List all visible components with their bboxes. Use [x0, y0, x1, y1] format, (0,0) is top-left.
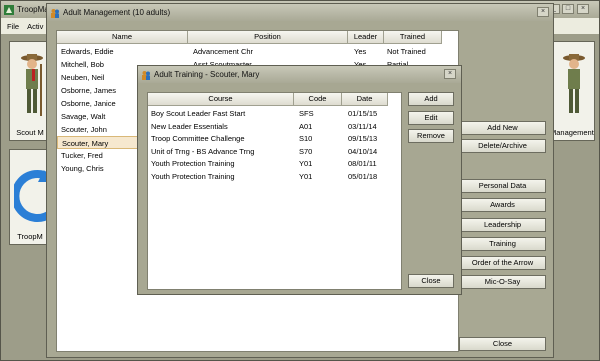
- adult-management-title-bar: Adult Management (10 adults): [47, 4, 553, 21]
- adult-cell-leader: Yes: [354, 47, 367, 56]
- tile-management[interactable]: Management: [549, 41, 595, 141]
- adult-cell-position: Advancement Chr: [193, 47, 254, 56]
- main-window-title: TroopMa: [17, 5, 49, 14]
- column-header-trained[interactable]: Trained: [384, 31, 442, 44]
- training-remove-button[interactable]: Remove: [408, 129, 454, 143]
- order-of-the-arrow-button[interactable]: Order of the Arrow: [459, 256, 546, 270]
- training-row[interactable]: Youth Protection Training Y01 05/01/18: [148, 171, 401, 183]
- training-cell-course: New Leader Essentials: [151, 121, 228, 131]
- column-header-position[interactable]: Position: [188, 31, 348, 44]
- column-header-code[interactable]: Code: [294, 93, 342, 106]
- adult-cell-trained: Not Trained: [387, 47, 426, 56]
- training-cell-code: Y01: [299, 159, 313, 168]
- adult-cell-name: Neuben, Neil: [61, 73, 105, 82]
- training-edit-button[interactable]: Edit: [408, 111, 454, 125]
- troopmaster-app-icon: [4, 4, 14, 15]
- personal-data-button[interactable]: Personal Data: [459, 179, 546, 193]
- training-cell-date: 01/15/15: [348, 109, 378, 118]
- adult-cell-name: Osborne, Janice: [61, 99, 116, 108]
- training-cell-code: SFS: [299, 109, 314, 118]
- column-header-name[interactable]: Name: [57, 31, 188, 44]
- training-cell-code: Y01: [299, 171, 313, 181]
- training-row[interactable]: Unit of Trng - BS Advance Trng S70 04/10/1…: [148, 146, 401, 158]
- training-cell-code: S70: [299, 146, 313, 156]
- training-cell-course: Youth Protection Training: [151, 159, 235, 168]
- add-new-button[interactable]: Add New: [459, 121, 546, 135]
- adult-cell-name: Scouter, John: [61, 125, 107, 134]
- training-grid: Course Code Date Boy Scout Leader Fast S…: [147, 92, 402, 290]
- adult-training-window: Adult Training - Scouter, Mary × Course …: [137, 65, 462, 295]
- training-cell-course: Boy Scout Leader Fast Start: [151, 109, 246, 118]
- column-header-date[interactable]: Date: [342, 93, 388, 106]
- scout-leader-figure-icon: [563, 54, 585, 113]
- tile-troopmaster-label: TroopM: [17, 232, 43, 241]
- menu-activities[interactable]: Activ: [27, 22, 43, 31]
- column-header-leader[interactable]: Leader: [348, 31, 384, 44]
- training-cell-date: 08/01/11: [348, 159, 377, 168]
- training-cell-code: A01: [299, 121, 313, 131]
- training-close-text-button[interactable]: Close: [408, 274, 454, 288]
- training-cell-date: 05/01/18: [348, 171, 378, 181]
- training-cell-date: 09/15/13: [348, 134, 378, 143]
- adult-cell-name: Young, Chris: [61, 164, 104, 173]
- tile-scout-management[interactable]: Scout M: [9, 41, 51, 141]
- adult-training-close-button[interactable]: ×: [444, 69, 456, 79]
- adult-cell-name: Edwards, Eddie: [61, 47, 114, 56]
- training-row[interactable]: Youth Protection Training Y01 08/01/11: [148, 158, 401, 170]
- awards-button[interactable]: Awards: [459, 198, 546, 212]
- menu-file[interactable]: File: [7, 22, 19, 31]
- main-close-button[interactable]: ×: [577, 4, 589, 14]
- adult-training-icon: [142, 70, 150, 80]
- adult-cell-name: Tucker, Fred: [61, 151, 103, 160]
- adult-management-close-text-button[interactable]: Close: [459, 337, 546, 351]
- training-button[interactable]: Training: [459, 237, 546, 251]
- adult-training-title: Adult Training - Scouter, Mary: [154, 70, 260, 79]
- adult-row[interactable]: Edwards, Eddie Advancement Chr Yes Not Trai…: [57, 45, 458, 58]
- training-row[interactable]: New Leader Essentials A01 03/11/14: [148, 121, 401, 133]
- adult-management-icon: [51, 8, 59, 18]
- training-add-button[interactable]: Add: [408, 92, 454, 106]
- adult-management-close-button[interactable]: ×: [537, 7, 549, 17]
- training-cell-code: S10: [299, 134, 313, 143]
- adult-cell-name: Osborne, James: [61, 86, 117, 95]
- leadership-button[interactable]: Leadership: [459, 218, 546, 232]
- delete-archive-button[interactable]: Delete/Archive: [459, 139, 546, 153]
- adult-cell-name: Mitchell, Bob: [61, 60, 104, 69]
- training-row[interactable]: Troop Committee Challenge S10 09/15/13: [148, 133, 401, 145]
- training-cell-date: 03/11/14: [348, 121, 377, 131]
- mic-o-say-button[interactable]: Mic-O-Say: [459, 275, 546, 289]
- adult-training-title-bar: Adult Training - Scouter, Mary: [138, 66, 461, 83]
- training-cell-course: Unit of Trng - BS Advance Trng: [151, 146, 255, 156]
- main-maximize-button[interactable]: □: [562, 4, 574, 14]
- training-cell-course: Troop Committee Challenge: [151, 134, 245, 143]
- scout-figure-icon: [21, 54, 43, 116]
- training-cell-course: Youth Protection Training: [151, 171, 235, 181]
- training-row[interactable]: Boy Scout Leader Fast Start SFS 01/15/15: [148, 108, 401, 120]
- tile-troopmaster-refresh[interactable]: TroopM: [9, 149, 52, 245]
- tile-management-label: Management: [550, 128, 594, 137]
- adult-management-title: Adult Management (10 adults): [63, 8, 171, 17]
- training-cell-date: 04/10/14: [348, 146, 378, 156]
- adult-cell-name: Savage, Walt: [61, 112, 106, 121]
- tile-scout-management-label: Scout M: [16, 128, 44, 137]
- column-header-course[interactable]: Course: [148, 93, 294, 106]
